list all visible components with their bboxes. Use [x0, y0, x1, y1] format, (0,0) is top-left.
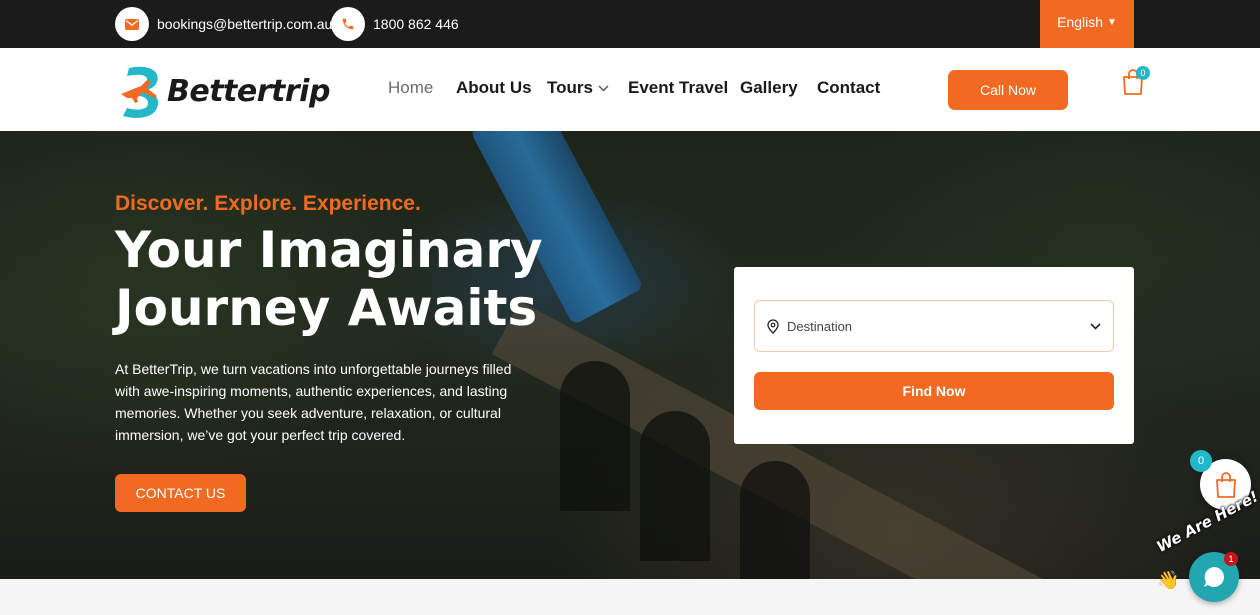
phone-icon [331, 7, 365, 41]
destination-placeholder: Destination [787, 318, 853, 334]
topbar-email-text: bookings@bettertrip.com.au [157, 16, 333, 32]
main-header: Bettertrip Home About Us Tours Event Tra… [0, 48, 1260, 131]
logo-text: Bettertrip [167, 73, 330, 109]
hero-description: At BetterTrip, we turn vacations into un… [115, 361, 512, 443]
hero-title: Your Imaginary Journey Awaits [115, 221, 543, 337]
nav-about-us[interactable]: About Us [456, 78, 532, 98]
bridge-arch [560, 361, 630, 511]
chat-unread-badge: 1 [1224, 552, 1238, 566]
contact-us-button[interactable]: CONTACT US [115, 474, 246, 512]
topbar-phone[interactable]: 1800 862 446 [331, 7, 459, 41]
bridge-arch [740, 461, 810, 579]
nav-contact[interactable]: Contact [817, 78, 880, 98]
logo-mark-icon [121, 66, 159, 118]
topbar-phone-text: 1800 862 446 [373, 16, 459, 32]
language-selector[interactable]: English ▼ [1040, 0, 1134, 48]
chevron-down-icon [1090, 322, 1101, 330]
nav-tours[interactable]: Tours [547, 78, 609, 98]
top-bar: bookings@bettertrip.com.au 1800 862 446 … [0, 0, 1260, 48]
header-cart-count-badge: 0 [1136, 66, 1150, 80]
search-card: Destination Find Now [734, 267, 1134, 444]
destination-select[interactable]: Destination [754, 300, 1114, 352]
chat-bubble-icon [1204, 567, 1224, 587]
nav-tours-label: Tours [547, 78, 593, 97]
call-now-button[interactable]: Call Now [948, 70, 1068, 110]
envelope-icon [115, 7, 149, 41]
next-section-edge [0, 579, 1260, 615]
bridge-arch [640, 411, 710, 561]
nav-gallery[interactable]: Gallery [740, 78, 798, 98]
logo[interactable]: Bettertrip [117, 62, 330, 120]
language-label: English [1057, 14, 1103, 30]
floating-cart-count-badge: 0 [1190, 450, 1212, 472]
caret-down-icon: ▼ [1107, 16, 1117, 28]
nav-event-travel[interactable]: Event Travel [628, 78, 728, 98]
waving-hand-icon: 👋 [1157, 570, 1180, 590]
chevron-down-icon [598, 85, 609, 91]
shopping-bag-icon [1215, 471, 1236, 498]
map-pin-icon [767, 318, 779, 334]
topbar-email[interactable]: bookings@bettertrip.com.au [115, 7, 332, 41]
hero-tagline: Discover. Explore. Experience. [115, 192, 421, 215]
find-now-button[interactable]: Find Now [754, 372, 1114, 410]
nav-home[interactable]: Home [388, 78, 433, 98]
